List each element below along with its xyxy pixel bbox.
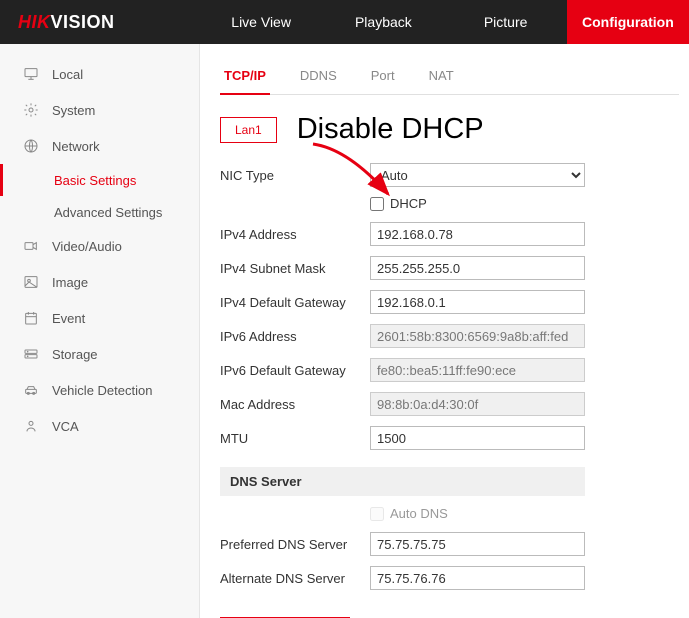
tab-port[interactable]: Port [367,54,399,94]
sidebar-item-event[interactable]: Event [0,300,199,336]
row-alternate-dns: Alternate DNS Server [220,563,689,593]
row-ipv6-gateway: IPv6 Default Gateway [220,355,689,385]
sidebar-item-network[interactable]: Network [0,128,199,164]
nic-type-select[interactable]: Auto [370,163,585,187]
mtu-input[interactable] [370,426,585,450]
preferred-dns-label: Preferred DNS Server [220,537,370,552]
ipv4-mask-label: IPv4 Subnet Mask [220,261,370,276]
sidebar-item-vehicle-detection[interactable]: Vehicle Detection [0,372,199,408]
sidebar-label: Local [52,67,83,82]
nav-playback[interactable]: Playback [322,0,444,44]
content-area: TCP/IP DDNS Port NAT Lan1 Disable DHCP N… [200,44,689,618]
sidebar-item-storage[interactable]: Storage [0,336,199,372]
mtu-label: MTU [220,431,370,446]
row-auto-dns: Auto DNS [370,506,689,521]
auto-dns-label: Auto DNS [390,506,448,521]
ipv6-address-input [370,324,585,348]
tab-ddns[interactable]: DDNS [296,54,341,94]
sidebar: Local System Network Basic Settings Adva… [0,44,200,618]
sidebar-label: Basic Settings [54,173,136,188]
brand-hik: HIK [18,12,51,33]
globe-icon [22,137,40,155]
nav-live-view[interactable]: Live View [200,0,322,44]
vca-icon [22,417,40,435]
tab-nat[interactable]: NAT [425,54,458,94]
monitor-icon [22,65,40,83]
sidebar-item-vca[interactable]: VCA [0,408,199,444]
row-nic-type: NIC Type Auto [220,160,689,190]
sidebar-label: Event [52,311,85,326]
mac-address-input [370,392,585,416]
nav-picture[interactable]: Picture [445,0,567,44]
auto-dns-checkbox [370,507,384,521]
sidebar-item-system[interactable]: System [0,92,199,128]
ipv4-mask-input[interactable] [370,256,585,280]
ipv4-address-input[interactable] [370,222,585,246]
alternate-dns-label: Alternate DNS Server [220,571,370,586]
settings-tabs: TCP/IP DDNS Port NAT [220,54,679,95]
sidebar-label: System [52,103,95,118]
row-ipv4-mask: IPv4 Subnet Mask [220,253,689,283]
nic-type-label: NIC Type [220,168,370,183]
ipv6-address-label: IPv6 Address [220,329,370,344]
lan1-button[interactable]: Lan1 [220,117,277,143]
ipv6-gateway-input [370,358,585,382]
sidebar-label: Video/Audio [52,239,122,254]
sidebar-item-basic-settings[interactable]: Basic Settings [0,164,199,196]
sidebar-label: Network [52,139,100,154]
sidebar-label: Vehicle Detection [52,383,152,398]
row-mtu: MTU [220,423,689,453]
row-ipv6-address: IPv6 Address [220,321,689,351]
image-icon [22,273,40,291]
lan-row: Lan1 Disable DHCP [220,113,689,146]
main-area: Local System Network Basic Settings Adva… [0,44,689,618]
sidebar-item-video-audio[interactable]: Video/Audio [0,228,199,264]
video-icon [22,237,40,255]
sidebar-label: Storage [52,347,98,362]
ipv4-gateway-input[interactable] [370,290,585,314]
row-dhcp: DHCP [370,196,689,211]
sidebar-label: Image [52,275,88,290]
row-mac-address: Mac Address [220,389,689,419]
nav-configuration[interactable]: Configuration [567,0,689,44]
dhcp-checkbox[interactable] [370,197,384,211]
sidebar-item-image[interactable]: Image [0,264,199,300]
ipv4-address-label: IPv4 Address [220,227,370,242]
ipv6-gateway-label: IPv6 Default Gateway [220,363,370,378]
sidebar-item-advanced-settings[interactable]: Advanced Settings [0,196,199,228]
storage-icon [22,345,40,363]
dns-section-header: DNS Server [220,467,585,496]
mac-address-label: Mac Address [220,397,370,412]
alternate-dns-input[interactable] [370,566,585,590]
sidebar-label: Advanced Settings [54,205,162,220]
ipv4-gateway-label: IPv4 Default Gateway [220,295,370,310]
row-ipv4-gateway: IPv4 Default Gateway [220,287,689,317]
brand-vision: VISION [51,12,115,33]
dhcp-label: DHCP [390,196,427,211]
preferred-dns-input[interactable] [370,532,585,556]
sidebar-label: VCA [52,419,79,434]
brand-logo: HIKVISION [0,0,200,44]
event-icon [22,309,40,327]
top-nav: Live View Playback Picture Configuration [200,0,689,44]
gear-icon [22,101,40,119]
tab-tcpip[interactable]: TCP/IP [220,54,270,95]
vehicle-icon [22,381,40,399]
top-bar: HIKVISION Live View Playback Picture Con… [0,0,689,44]
sidebar-item-local[interactable]: Local [0,56,199,92]
row-ipv4-address: IPv4 Address [220,219,689,249]
row-preferred-dns: Preferred DNS Server [220,529,689,559]
annotation-text: Disable DHCP [297,113,484,146]
